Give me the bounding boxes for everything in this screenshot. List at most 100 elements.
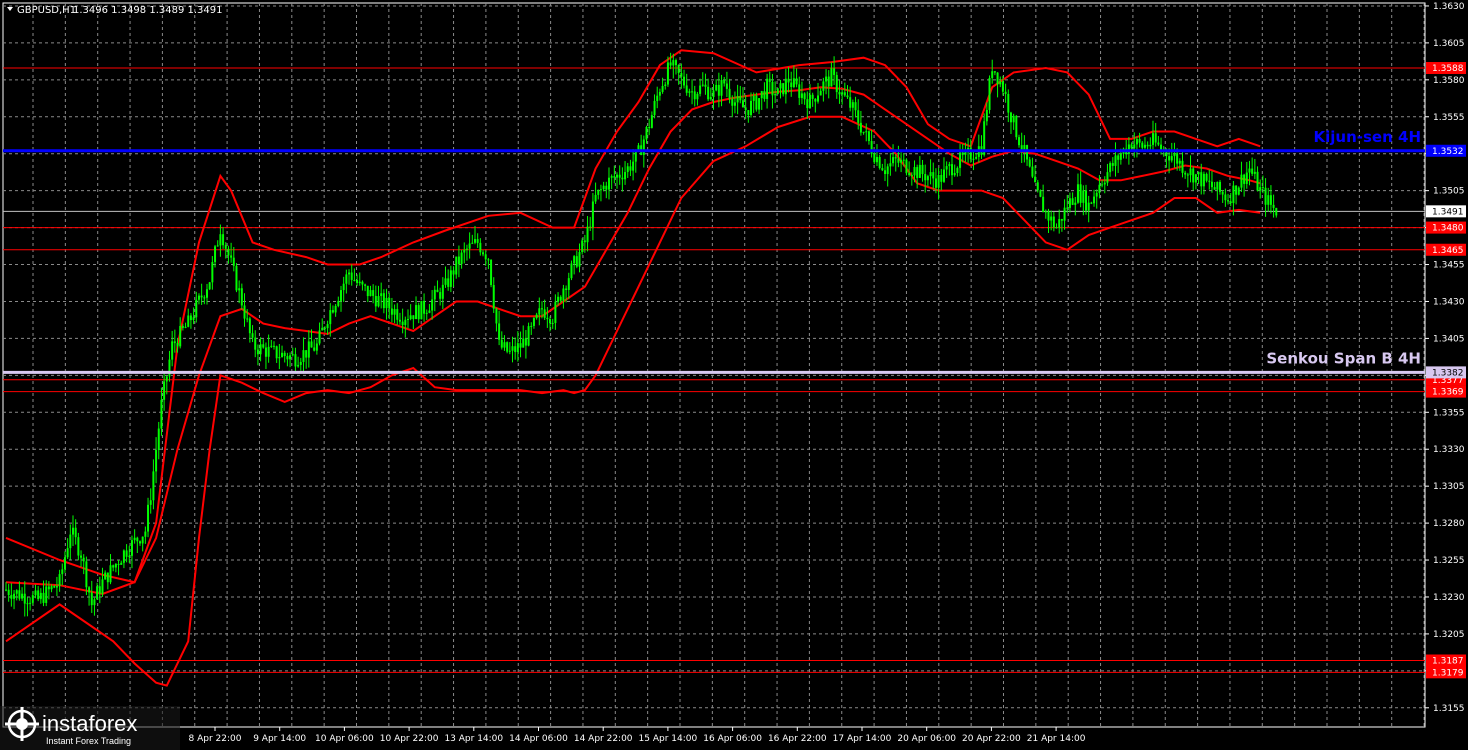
candle-body xyxy=(1055,227,1058,229)
candle-body xyxy=(476,239,479,243)
candle-body xyxy=(1240,174,1243,188)
candle-body xyxy=(674,60,677,66)
x-tick-label: 10 Apr 06:00 xyxy=(315,734,374,744)
candle-body xyxy=(1208,180,1211,182)
candle-body xyxy=(482,252,485,255)
y-tick-label: 1.3255 xyxy=(1433,556,1465,566)
candle-body xyxy=(460,252,463,265)
candle-body xyxy=(894,157,897,159)
candle-body xyxy=(669,62,672,66)
candle-body xyxy=(361,281,364,285)
candle-body xyxy=(787,78,790,83)
candle-body xyxy=(412,315,415,320)
candle-body xyxy=(728,88,731,99)
candle-body xyxy=(455,256,458,275)
candle-body xyxy=(1272,204,1275,208)
candle-body xyxy=(1028,159,1031,167)
candle-body xyxy=(393,309,396,315)
candle-body xyxy=(248,318,251,334)
candle-body xyxy=(1210,181,1213,188)
candle-body xyxy=(259,344,262,355)
price-chart[interactable]: Kijun-sen 4H Senkou Span B 4H 1.3630 1.360… xyxy=(0,0,1468,750)
candle-body xyxy=(921,164,924,175)
candle-body xyxy=(321,327,324,331)
candle-body xyxy=(1082,190,1085,203)
candle-body xyxy=(138,541,141,544)
candle-body xyxy=(993,71,996,73)
candle-body xyxy=(942,169,945,182)
candle-body xyxy=(1259,187,1262,191)
candle-body xyxy=(104,572,107,580)
candle-body xyxy=(578,252,581,267)
candle-body xyxy=(1076,184,1079,203)
level-price-label: 1.3480 xyxy=(1432,224,1464,234)
candle-body xyxy=(1154,133,1157,143)
y-tick-label: 1.3580 xyxy=(1433,76,1465,86)
candle-body xyxy=(1106,172,1109,183)
candle-body xyxy=(1018,137,1021,146)
candle-body xyxy=(696,93,699,100)
candle-body xyxy=(999,81,1002,85)
candle-body xyxy=(1245,172,1248,184)
candle-body xyxy=(15,590,18,594)
watermark-tagline: Instant Forex Trading xyxy=(46,736,131,746)
candle-body xyxy=(197,295,200,300)
candle-body xyxy=(479,242,482,253)
candle-body xyxy=(1095,192,1098,197)
level-price-label: 1.3179 xyxy=(1432,668,1464,678)
candle-body xyxy=(29,602,32,604)
candle-body xyxy=(506,342,509,352)
candle-body xyxy=(313,347,316,351)
candle-body xyxy=(884,170,887,175)
candle-body xyxy=(1157,142,1160,145)
candle-body xyxy=(680,73,683,77)
candle-body xyxy=(1229,201,1232,204)
y-tick-label: 1.3305 xyxy=(1433,482,1465,492)
x-tick-label: 10 Apr 22:00 xyxy=(380,734,439,744)
candle-body xyxy=(677,65,680,74)
candle-body xyxy=(610,176,613,178)
candle-body xyxy=(305,350,308,358)
candle-body xyxy=(822,81,825,91)
candle-body xyxy=(173,341,176,344)
candle-body xyxy=(45,586,48,603)
candle-body xyxy=(302,350,305,362)
candle-body xyxy=(1189,168,1192,176)
candle-body xyxy=(867,131,870,142)
candle-body xyxy=(1009,112,1012,123)
candle-body xyxy=(865,131,868,133)
candle-body xyxy=(503,342,506,348)
candle-body xyxy=(433,289,436,300)
candle-body xyxy=(1090,202,1093,204)
candle-body xyxy=(918,164,921,178)
candle-body xyxy=(790,82,793,88)
candle-body xyxy=(179,326,182,347)
candle-body xyxy=(926,176,929,181)
candle-body xyxy=(310,341,313,348)
candle-body xyxy=(535,314,538,319)
candle-body xyxy=(1098,184,1101,193)
candle-body xyxy=(358,281,361,284)
candle-body xyxy=(516,343,519,353)
candle-body xyxy=(452,270,455,275)
candle-body xyxy=(278,357,281,359)
watermark-brand: instaforex xyxy=(42,711,137,736)
y-tick-label: 1.3505 xyxy=(1433,187,1465,197)
candle-body xyxy=(283,352,286,357)
candle-body xyxy=(77,537,80,556)
candle-body xyxy=(768,78,771,82)
x-tick-label: 16 Apr 22:00 xyxy=(768,734,827,744)
candle-body xyxy=(685,85,688,93)
candle-body xyxy=(996,72,999,85)
candle-body xyxy=(1237,187,1240,195)
candle-body xyxy=(835,75,838,93)
candle-body xyxy=(69,534,72,549)
candle-body xyxy=(436,289,439,293)
candle-body xyxy=(289,355,292,360)
x-tick-label: 16 Apr 06:00 xyxy=(703,734,762,744)
candle-body xyxy=(929,172,932,177)
candle-body xyxy=(902,159,905,161)
candle-body xyxy=(704,84,707,87)
candle-body xyxy=(776,88,779,95)
candle-body xyxy=(147,504,150,532)
